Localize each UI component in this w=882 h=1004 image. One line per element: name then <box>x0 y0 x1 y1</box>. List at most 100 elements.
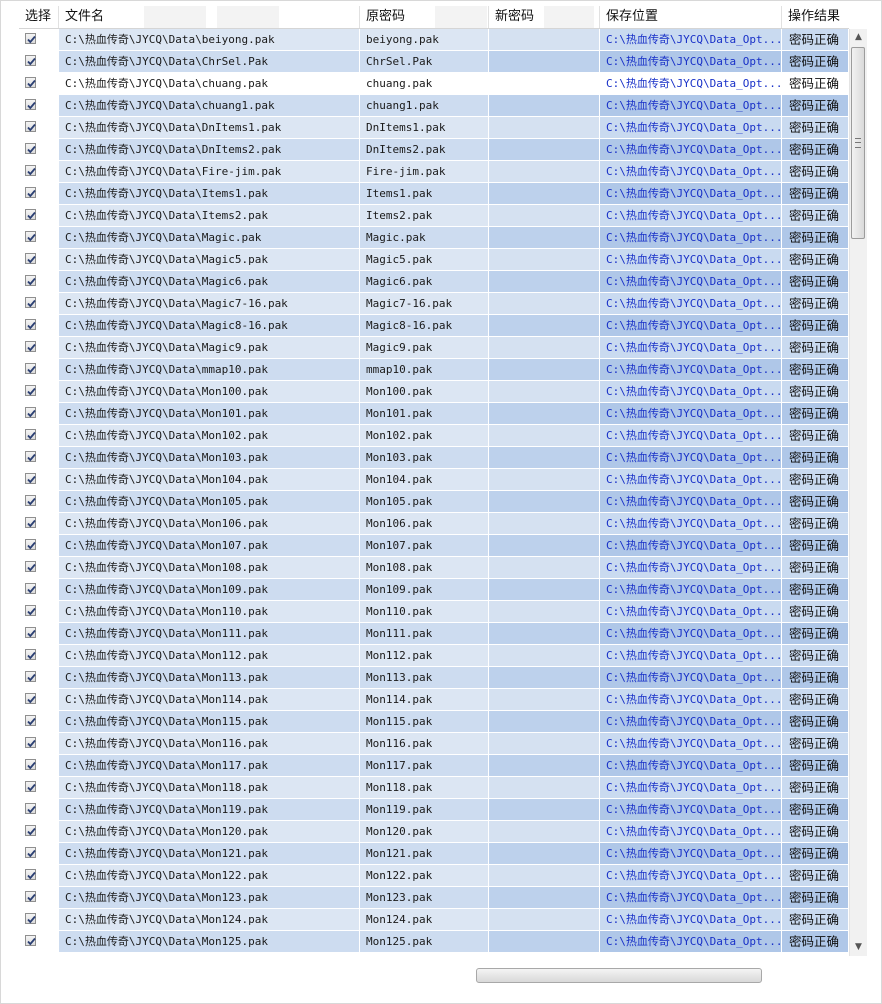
row-select-cell[interactable] <box>19 205 59 226</box>
table-row[interactable]: C:\热血传奇\JYCQ\Data\Items2.pak Items2.pak C:… <box>19 205 848 227</box>
row-checkbox[interactable] <box>25 187 36 198</box>
table-row[interactable]: C:\热血传奇\JYCQ\Data\Mon113.pak Mon113.pak C:… <box>19 667 848 689</box>
row-select-cell[interactable] <box>19 535 59 556</box>
row-checkbox[interactable] <box>25 473 36 484</box>
table-row[interactable]: C:\热血传奇\JYCQ\Data\Mon122.pak Mon122.pak C:… <box>19 865 848 887</box>
row-checkbox[interactable] <box>25 781 36 792</box>
row-checkbox[interactable] <box>25 495 36 506</box>
table-row[interactable]: C:\热血传奇\JYCQ\Data\Magic7-16.pak Magic7-16… <box>19 293 848 315</box>
table-row[interactable]: C:\热血传奇\JYCQ\Data\mmap10.pak mmap10.pak C:… <box>19 359 848 381</box>
row-checkbox[interactable] <box>25 561 36 572</box>
row-checkbox[interactable] <box>25 385 36 396</box>
table-row[interactable]: C:\热血传奇\JYCQ\Data\Mon111.pak Mon111.pak C:… <box>19 623 848 645</box>
table-row[interactable]: C:\热血传奇\JYCQ\Data\Mon109.pak Mon109.pak C:… <box>19 579 848 601</box>
scroll-up-arrow-icon[interactable]: ▲ <box>850 29 867 46</box>
table-row[interactable]: C:\热血传奇\JYCQ\Data\Mon104.pak Mon104.pak C:… <box>19 469 848 491</box>
row-checkbox[interactable] <box>25 649 36 660</box>
row-checkbox[interactable] <box>25 165 36 176</box>
row-checkbox[interactable] <box>25 33 36 44</box>
row-select-cell[interactable] <box>19 271 59 292</box>
row-select-cell[interactable] <box>19 931 59 952</box>
row-select-cell[interactable] <box>19 425 59 446</box>
table-row[interactable]: C:\热血传奇\JYCQ\Data\Mon101.pak Mon101.pak C:… <box>19 403 848 425</box>
row-select-cell[interactable] <box>19 623 59 644</box>
row-checkbox[interactable] <box>25 121 36 132</box>
row-checkbox[interactable] <box>25 539 36 550</box>
row-checkbox[interactable] <box>25 341 36 352</box>
table-row[interactable]: C:\热血传奇\JYCQ\Data\Mon108.pak Mon108.pak C:… <box>19 557 848 579</box>
table-row[interactable]: C:\热血传奇\JYCQ\Data\Mon121.pak Mon121.pak C:… <box>19 843 848 865</box>
table-row[interactable]: C:\热血传奇\JYCQ\Data\Mon125.pak Mon125.pak C:… <box>19 931 848 953</box>
row-checkbox[interactable] <box>25 759 36 770</box>
row-checkbox[interactable] <box>25 605 36 616</box>
row-checkbox[interactable] <box>25 825 36 836</box>
row-select-cell[interactable] <box>19 293 59 314</box>
row-checkbox[interactable] <box>25 275 36 286</box>
table-row[interactable]: C:\热血传奇\JYCQ\Data\Magic5.pak Magic5.pak C:… <box>19 249 848 271</box>
row-checkbox[interactable] <box>25 715 36 726</box>
row-select-cell[interactable] <box>19 183 59 204</box>
row-select-cell[interactable] <box>19 381 59 402</box>
row-select-cell[interactable] <box>19 249 59 270</box>
row-select-cell[interactable] <box>19 227 59 248</box>
row-checkbox[interactable] <box>25 869 36 880</box>
row-select-cell[interactable] <box>19 315 59 336</box>
horizontal-scroll-thumb[interactable] <box>476 968 762 983</box>
vertical-scrollbar[interactable]: ▲ ▼ <box>849 29 867 956</box>
row-checkbox[interactable] <box>25 935 36 946</box>
table-row[interactable]: C:\热血传奇\JYCQ\Data\Items1.pak Items1.pak C:… <box>19 183 848 205</box>
row-checkbox[interactable] <box>25 407 36 418</box>
row-select-cell[interactable] <box>19 909 59 930</box>
table-row[interactable]: C:\热血传奇\JYCQ\Data\DnItems1.pak DnItems1.p… <box>19 117 848 139</box>
row-checkbox[interactable] <box>25 297 36 308</box>
table-row[interactable]: C:\热血传奇\JYCQ\Data\Mon124.pak Mon124.pak C:… <box>19 909 848 931</box>
row-select-cell[interactable] <box>19 799 59 820</box>
table-row[interactable]: C:\热血传奇\JYCQ\Data\Mon116.pak Mon116.pak C:… <box>19 733 848 755</box>
table-row[interactable]: C:\热血传奇\JYCQ\Data\Mon107.pak Mon107.pak C:… <box>19 535 848 557</box>
row-select-cell[interactable] <box>19 469 59 490</box>
row-select-cell[interactable] <box>19 491 59 512</box>
column-header-filename[interactable]: 文件名 <box>59 6 360 28</box>
column-header-save-location[interactable]: 保存位置 <box>600 6 782 28</box>
row-checkbox[interactable] <box>25 363 36 374</box>
table-row[interactable]: C:\热血传奇\JYCQ\Data\Mon105.pak Mon105.pak C:… <box>19 491 848 513</box>
row-select-cell[interactable] <box>19 821 59 842</box>
row-checkbox[interactable] <box>25 319 36 330</box>
row-checkbox[interactable] <box>25 671 36 682</box>
row-select-cell[interactable] <box>19 161 59 182</box>
table-row[interactable]: C:\热血传奇\JYCQ\Data\Mon106.pak Mon106.pak C:… <box>19 513 848 535</box>
row-select-cell[interactable] <box>19 689 59 710</box>
row-checkbox[interactable] <box>25 737 36 748</box>
table-row[interactable]: C:\热血传奇\JYCQ\Data\Mon118.pak Mon118.pak C:… <box>19 777 848 799</box>
row-select-cell[interactable] <box>19 733 59 754</box>
row-select-cell[interactable] <box>19 887 59 908</box>
row-checkbox[interactable] <box>25 891 36 902</box>
table-row[interactable]: C:\热血传奇\JYCQ\Data\Mon117.pak Mon117.pak C:… <box>19 755 848 777</box>
table-row[interactable]: C:\热血传奇\JYCQ\Data\DnItems2.pak DnItems2.p… <box>19 139 848 161</box>
table-row[interactable]: C:\热血传奇\JYCQ\Data\Mon110.pak Mon110.pak C:… <box>19 601 848 623</box>
row-select-cell[interactable] <box>19 337 59 358</box>
row-checkbox[interactable] <box>25 429 36 440</box>
row-checkbox[interactable] <box>25 847 36 858</box>
row-select-cell[interactable] <box>19 865 59 886</box>
row-checkbox[interactable] <box>25 627 36 638</box>
table-row[interactable]: C:\热血传奇\JYCQ\Data\Mon103.pak Mon103.pak C:… <box>19 447 848 469</box>
row-checkbox[interactable] <box>25 517 36 528</box>
row-select-cell[interactable] <box>19 95 59 116</box>
row-select-cell[interactable] <box>19 667 59 688</box>
row-select-cell[interactable] <box>19 51 59 72</box>
table-row[interactable]: C:\热血传奇\JYCQ\Data\beiyong.pak beiyong.pak… <box>19 29 848 51</box>
row-select-cell[interactable] <box>19 139 59 160</box>
row-select-cell[interactable] <box>19 447 59 468</box>
table-row[interactable]: C:\热血传奇\JYCQ\Data\Mon112.pak Mon112.pak C:… <box>19 645 848 667</box>
row-checkbox[interactable] <box>25 253 36 264</box>
row-select-cell[interactable] <box>19 711 59 732</box>
table-row[interactable]: C:\热血传奇\JYCQ\Data\Mon120.pak Mon120.pak C:… <box>19 821 848 843</box>
table-row[interactable]: C:\热血传奇\JYCQ\Data\chuang1.pak chuang1.pak… <box>19 95 848 117</box>
table-row[interactable]: C:\热血传奇\JYCQ\Data\Magic.pak Magic.pak C:\热… <box>19 227 848 249</box>
row-select-cell[interactable] <box>19 777 59 798</box>
table-row[interactable]: C:\热血传奇\JYCQ\Data\Mon102.pak Mon102.pak C:… <box>19 425 848 447</box>
row-select-cell[interactable] <box>19 359 59 380</box>
row-checkbox[interactable] <box>25 231 36 242</box>
table-row[interactable]: C:\热血传奇\JYCQ\Data\Magic9.pak Magic9.pak C:… <box>19 337 848 359</box>
